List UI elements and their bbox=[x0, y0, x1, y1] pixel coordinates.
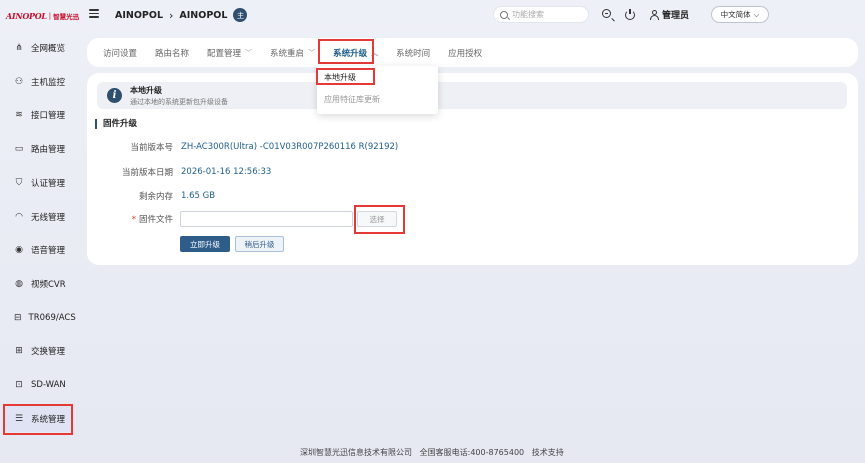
notice-text: 通过本地的系统更新包升级设备 bbox=[130, 97, 228, 106]
upgrade-dropdown-menu: 本地升级 应用特征库更新 bbox=[317, 66, 438, 114]
tab-router-name[interactable]: 路由名称 bbox=[155, 47, 189, 59]
file-label: * 固件文件 bbox=[131, 215, 173, 225]
tab-system-time[interactable]: 系统时间 bbox=[396, 47, 430, 59]
user-menu[interactable]: 管理员 bbox=[650, 8, 689, 21]
sidebar-item-wireless[interactable]: ◠ 无线管理 bbox=[6, 204, 72, 230]
router-icon: ⊟ bbox=[14, 313, 22, 323]
footer-support-link[interactable]: 技术支持 bbox=[532, 448, 564, 457]
choose-file-button[interactable]: 选择 bbox=[357, 211, 397, 227]
version-label: 当前版本号 bbox=[130, 143, 173, 153]
logo-subtitle: 智慧光迅 bbox=[53, 13, 80, 21]
file-row: * 固件文件 选择 bbox=[87, 211, 397, 227]
info-icon: i bbox=[107, 88, 122, 103]
sidebar-item-label: 交换管理 bbox=[31, 347, 66, 357]
sidebar-item-switch[interactable]: ⊞ 交换管理 bbox=[6, 338, 72, 364]
brand-logo: AINOPOL | 智慧光迅 bbox=[6, 9, 80, 23]
footer: 深圳智慧光迅信息技术有限公司 全国客服电话:400-8765400 技术支持 bbox=[300, 447, 564, 458]
chevron-right-icon: › bbox=[169, 8, 174, 22]
sidebar-item-host-monitor[interactable]: ⚇ 主机监控 bbox=[6, 69, 72, 95]
switch-icon: ⊞ bbox=[15, 346, 23, 356]
power-icon[interactable] bbox=[625, 8, 636, 20]
logo-brand-text: AINOPOL bbox=[6, 11, 47, 21]
sidebar-item-label: 认证管理 bbox=[31, 179, 66, 189]
search-icon bbox=[500, 10, 508, 19]
sidebar-item-label: 语音管理 bbox=[31, 246, 66, 256]
memory-label: 剩余内存 bbox=[138, 192, 173, 202]
sliders-icon: ☰ bbox=[14, 414, 24, 424]
sdwan-icon: ⊡ bbox=[15, 380, 23, 390]
camera-icon: ◍ bbox=[15, 279, 23, 289]
sidebar-item-label: 主机监控 bbox=[31, 78, 66, 88]
version-row: 当前版本号 ZH-AC300R(Ultra) -C01V03R007P26011… bbox=[87, 141, 398, 153]
language-value: 中文简体 bbox=[720, 10, 751, 19]
user-icon: ⚇ bbox=[14, 77, 24, 87]
chevron-down-icon: ﹀ bbox=[308, 48, 316, 57]
main-panel: i 本地升级 通过本地的系统更新包升级设备 固件升级 当前版本号 ZH-AC30… bbox=[87, 73, 858, 265]
version-value: ZH-AC300R(Ultra) -C01V03R007P260116 R(92… bbox=[181, 142, 399, 152]
dropdown-option-local-upgrade[interactable]: 本地升级 bbox=[324, 72, 356, 83]
dropdown-option-app-signature-update[interactable]: 应用特征库更新 bbox=[324, 94, 380, 105]
chevron-down-icon: ⌵ bbox=[753, 9, 760, 19]
tab-system-restart[interactable]: 系统重启 ﹀ bbox=[270, 47, 315, 59]
sidebar-item-label: 无线管理 bbox=[31, 213, 66, 223]
network-topology-icon: ⋔ bbox=[15, 43, 23, 53]
required-mark: * bbox=[131, 215, 136, 225]
memory-value: 1.65 GB bbox=[181, 191, 216, 201]
firmware-file-input[interactable] bbox=[180, 211, 353, 227]
monitor-icon: ▭ bbox=[14, 144, 24, 154]
tab-config-management[interactable]: 配置管理 ﹀ bbox=[207, 47, 252, 59]
tab-bar: 访问设置 路由名称 配置管理 ﹀ 系统重启 ﹀ 系统升级 ︿ 系统时间 应用授权 bbox=[87, 38, 858, 67]
sidebar-item-label: TR069/ACS bbox=[28, 313, 76, 323]
sidebar-item-system[interactable]: ☰ 系统管理 bbox=[6, 406, 72, 432]
stack-icon: ≋ bbox=[15, 110, 23, 120]
sidebar-item-auth[interactable]: ⛉ 认证管理 bbox=[6, 170, 72, 196]
sidebar-item-sdwan[interactable]: ⊡ SD-WAN bbox=[6, 372, 72, 398]
user-icon bbox=[650, 9, 659, 20]
sidebar-item-tr069[interactable]: ⊟ TR069/ACS bbox=[6, 305, 76, 331]
sidebar-item-label: 系统管理 bbox=[31, 415, 66, 425]
section-title: 固件升级 bbox=[95, 119, 137, 129]
sip-icon: ◉ bbox=[15, 245, 23, 255]
breadcrumb-item-current: AINOPOL bbox=[179, 9, 228, 21]
sidebar-item-overview[interactable]: ⋔ 全网概览 bbox=[6, 35, 72, 61]
footer-hotline: 全国客服电话:400-8765400 bbox=[419, 448, 525, 457]
menu-toggle-icon[interactable] bbox=[89, 9, 99, 18]
date-row: 当前版本日期 2026-01-16 12:56:33 bbox=[87, 166, 271, 178]
date-label: 当前版本日期 bbox=[121, 168, 173, 178]
avatar: 主 bbox=[233, 8, 248, 22]
upgrade-now-button[interactable]: 立即升级 bbox=[180, 236, 230, 252]
sidebar-item-label: 路由管理 bbox=[31, 145, 66, 155]
tab-access-settings[interactable]: 访问设置 bbox=[103, 47, 137, 59]
search-input[interactable] bbox=[512, 10, 582, 19]
language-select[interactable]: 中文简体 ⌵ bbox=[711, 6, 769, 23]
chevron-up-icon: ︿ bbox=[371, 48, 379, 57]
zoom-out-icon[interactable] bbox=[602, 9, 613, 20]
notice-title: 本地升级 bbox=[130, 85, 162, 95]
upgrade-later-button[interactable]: 稍后升级 bbox=[235, 236, 284, 252]
sidebar-item-label: 全网概览 bbox=[31, 44, 66, 54]
chevron-down-icon: ﹀ bbox=[245, 48, 253, 57]
search-box[interactable] bbox=[493, 6, 589, 23]
sidebar-item-label: 接口管理 bbox=[31, 111, 66, 121]
breadcrumb: AINOPOL › AINOPOL 主 bbox=[115, 8, 248, 22]
wifi-icon: ◠ bbox=[15, 212, 23, 222]
sidebar-item-interface[interactable]: ≋ 接口管理 bbox=[6, 102, 72, 128]
logo-separator: | bbox=[48, 12, 52, 20]
user-name: 管理员 bbox=[662, 11, 690, 21]
sidebar-item-label: SD-WAN bbox=[31, 380, 66, 390]
date-value: 2026-01-16 12:56:33 bbox=[181, 167, 272, 177]
footer-company: 深圳智慧光迅信息技术有限公司 bbox=[300, 448, 412, 457]
memory-row: 剩余内存 1.65 GB bbox=[87, 190, 215, 202]
sidebar-item-label: 视频CVR bbox=[31, 280, 66, 290]
tab-app-license[interactable]: 应用授权 bbox=[448, 47, 482, 59]
tab-system-upgrade[interactable]: 系统升级 ︿ bbox=[333, 47, 378, 59]
breadcrumb-item-root[interactable]: AINOPOL bbox=[115, 10, 163, 21]
shield-icon: ⛉ bbox=[15, 178, 23, 188]
sidebar-item-routing[interactable]: ▭ 路由管理 bbox=[6, 136, 72, 162]
sidebar-item-voice[interactable]: ◉ 语音管理 bbox=[6, 237, 72, 263]
sidebar-item-video[interactable]: ◍ 视频CVR bbox=[6, 271, 72, 297]
info-notice: i 本地升级 通过本地的系统更新包升级设备 bbox=[97, 82, 847, 109]
